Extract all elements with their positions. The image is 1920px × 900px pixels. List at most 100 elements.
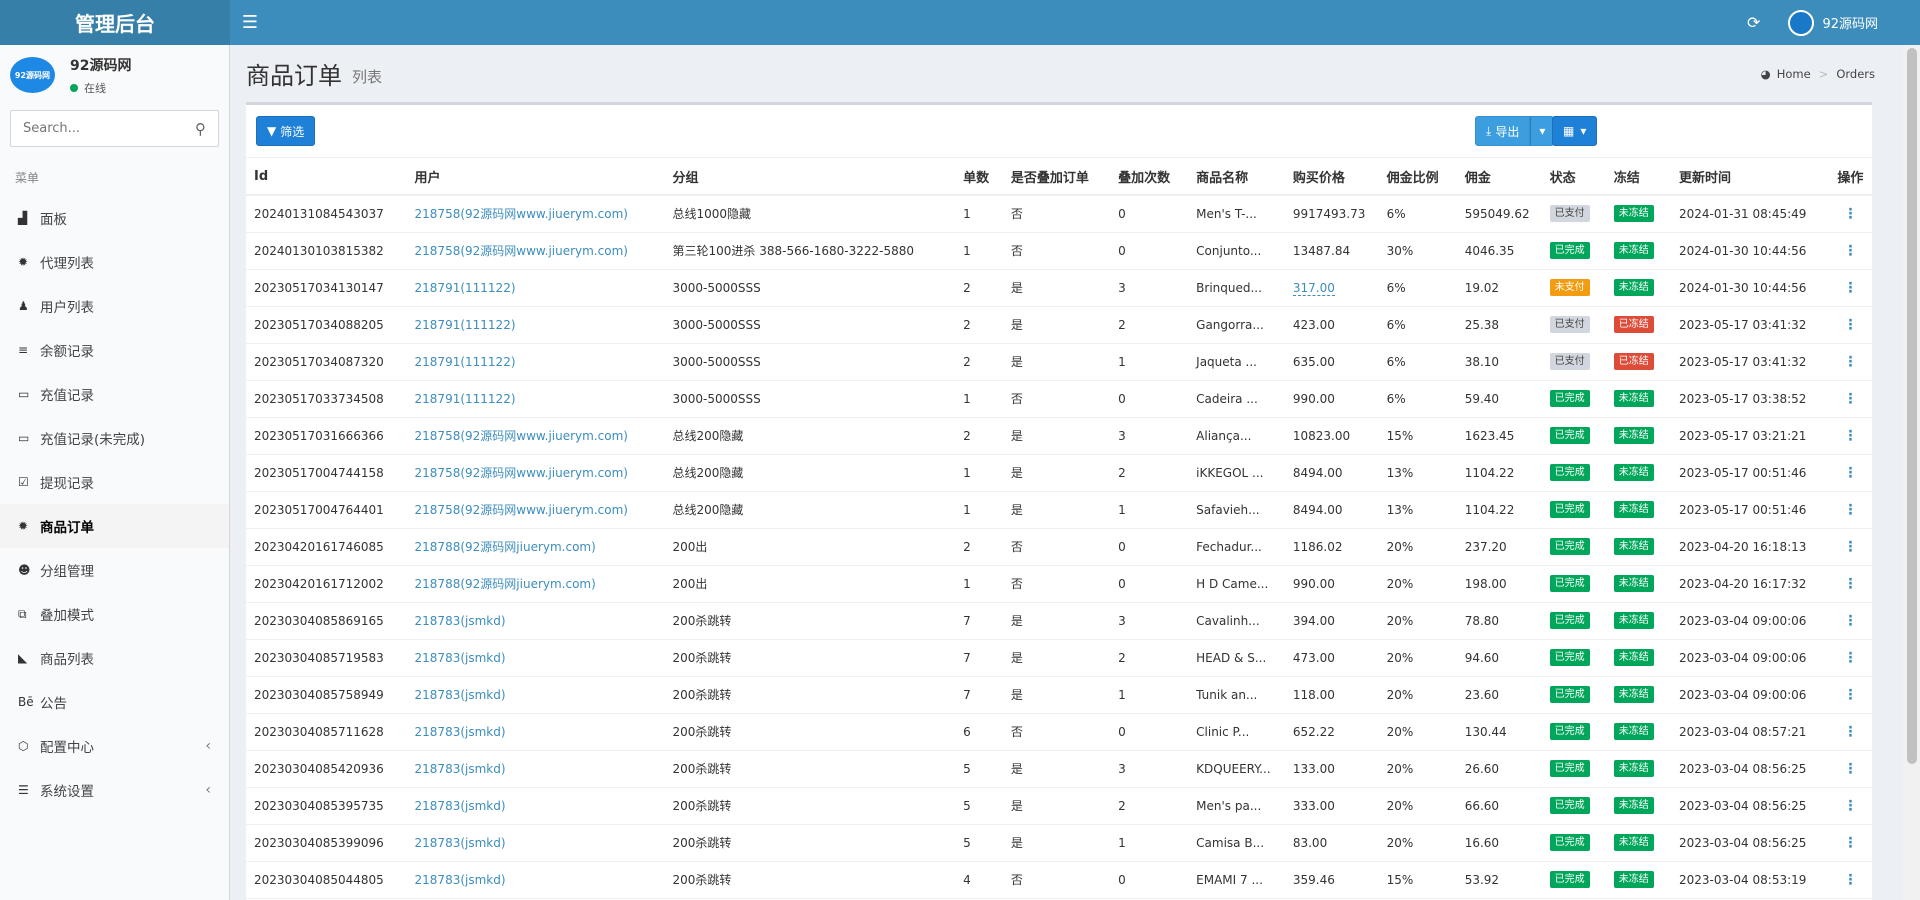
column-header[interactable]: 分组 (664, 158, 956, 196)
row-actions-icon[interactable]: ⋮ (1828, 787, 1872, 825)
column-header[interactable]: 状态 (1541, 158, 1606, 196)
table-cell: 20% (1378, 750, 1457, 788)
user-link[interactable]: 218788(92源码网jiuerym.com) (415, 540, 596, 554)
user-link[interactable]: 218783(jsmkd) (415, 688, 506, 702)
search-icon[interactable]: ⚲ (195, 120, 206, 138)
table-cell: 2023-05-17 03:41:32 (1670, 306, 1829, 344)
table-cell: 2023-03-04 08:53:19 (1670, 861, 1829, 899)
columns-button[interactable]: ▦ ▾ (1552, 116, 1598, 146)
user-link[interactable]: 218791(111122) (415, 318, 516, 332)
row-actions-icon[interactable]: ⋮ (1828, 195, 1872, 233)
sidebar-item-2[interactable]: ♟ 用户列表 (0, 284, 229, 328)
row-actions-icon[interactable]: ⋮ (1828, 861, 1872, 899)
refresh-icon[interactable]: ⟳ (1747, 13, 1760, 32)
column-header[interactable]: 冻结 (1605, 158, 1671, 196)
table-cell: 20% (1378, 824, 1457, 862)
row-actions-icon[interactable]: ⋮ (1828, 750, 1872, 788)
table-cell: 0 (1110, 565, 1189, 603)
column-header[interactable]: 是否叠加订单 (1002, 158, 1111, 196)
column-header[interactable]: 佣金比例 (1378, 158, 1457, 196)
user-link[interactable]: 218783(jsmkd) (415, 725, 506, 739)
table-cell: 200杀跳转 (664, 676, 956, 714)
sidebar-item-4[interactable]: ▭ 充值记录 (0, 372, 229, 416)
user-link[interactable]: 218783(jsmkd) (415, 873, 506, 887)
column-header[interactable]: 购买价格 (1284, 158, 1379, 196)
sidebar-item-10[interactable]: ◣ 商品列表 (0, 636, 229, 680)
app-logo[interactable]: 管理后台 (0, 0, 230, 45)
editable-price[interactable]: 317.00 (1292, 280, 1335, 296)
chevron-left-icon: ‹ (205, 738, 211, 754)
sidebar-item-6[interactable]: ☑ 提现记录 (0, 460, 229, 504)
user-link[interactable]: 218758(92源码网www.jiuerym.com) (415, 429, 628, 443)
table-cell: 否 (1002, 565, 1111, 603)
scrollbar-thumb[interactable] (1907, 48, 1917, 764)
table-cell: 200出 (664, 528, 956, 566)
table-cell: 25.38 (1456, 306, 1542, 344)
column-header[interactable]: 操作 (1828, 158, 1872, 196)
column-header[interactable]: 商品名称 (1188, 158, 1285, 196)
row-actions-icon[interactable]: ⋮ (1828, 232, 1872, 270)
sidebar-item-13[interactable]: ☰ 系统设置 ‹ (0, 768, 229, 812)
table-cell: 0 (1110, 195, 1189, 233)
row-actions-icon[interactable]: ⋮ (1828, 491, 1872, 529)
export-dropdown-button[interactable]: ▾ (1530, 116, 1555, 146)
table-cell: 30% (1378, 232, 1457, 270)
filter-button[interactable]: ▼ 筛选 (256, 116, 316, 146)
user-link[interactable]: 218791(111122) (415, 355, 516, 369)
user-link[interactable]: 218783(jsmkd) (415, 836, 506, 850)
user-link[interactable]: 218783(jsmkd) (415, 614, 506, 628)
user-link[interactable]: 218791(111122) (415, 392, 516, 406)
user-link[interactable]: 218758(92源码网www.jiuerym.com) (415, 503, 628, 517)
user-link[interactable]: 218758(92源码网www.jiuerym.com) (415, 466, 628, 480)
row-actions-icon[interactable]: ⋮ (1828, 454, 1872, 492)
column-header[interactable]: 佣金 (1456, 158, 1542, 196)
row-actions-icon[interactable]: ⋮ (1828, 602, 1872, 640)
row-actions-icon[interactable]: ⋮ (1828, 417, 1872, 455)
sidebar-item-1[interactable]: ✹ 代理列表 (0, 240, 229, 284)
export-button[interactable]: ⤓ 导出 (1475, 116, 1531, 146)
sidebar-item-12[interactable]: ⬡ 配置中心 ‹ (0, 724, 229, 768)
user-link[interactable]: 218758(92源码网www.jiuerym.com) (415, 244, 628, 258)
sidebar-item-7[interactable]: ✹ 商品订单 (0, 504, 229, 548)
user-link[interactable]: 218758(92源码网www.jiuerym.com) (415, 207, 628, 221)
sidebar-item-8[interactable]: ☻ 分组管理 (0, 548, 229, 592)
table-cell: 0 (1110, 528, 1189, 566)
column-header[interactable]: 更新时间 (1670, 158, 1829, 196)
sidebar-item-0[interactable]: ▟ 面板 (0, 196, 229, 240)
row-actions-icon[interactable]: ⋮ (1828, 565, 1872, 603)
sidebar-item-5[interactable]: ▭ 充值记录(未完成) (0, 416, 229, 460)
breadcrumb-home[interactable]: Home (1777, 67, 1811, 81)
user-link[interactable]: 218788(92源码网jiuerym.com) (415, 577, 596, 591)
row-actions-icon[interactable]: ⋮ (1828, 306, 1872, 344)
row-actions-icon[interactable]: ⋮ (1828, 380, 1872, 418)
header-avatar[interactable] (1788, 9, 1815, 36)
column-header[interactable]: 用户 (406, 158, 665, 196)
sidebar-item-9[interactable]: ⧉ 叠加模式 (0, 592, 229, 636)
filter-label: 筛选 (280, 124, 305, 139)
table-cell: Fechadur... (1188, 528, 1285, 566)
column-header[interactable]: Id (246, 158, 407, 196)
row-actions-icon[interactable]: ⋮ (1828, 528, 1872, 566)
sidebar-item-3[interactable]: ≡ 余额记录 (0, 328, 229, 372)
search-input[interactable] (23, 121, 195, 136)
table-cell: 218758(92源码网www.jiuerym.com) (406, 417, 665, 455)
sidebar-item-11[interactable]: Bē 公告 (0, 680, 229, 724)
row-actions-icon[interactable]: ⋮ (1828, 713, 1872, 751)
column-header[interactable]: 叠加次数 (1110, 158, 1189, 196)
table-cell: 未冻结 (1605, 750, 1671, 788)
table-cell: 473.00 (1284, 639, 1379, 677)
row-actions-icon[interactable]: ⋮ (1828, 269, 1872, 307)
table-cell: 53.92 (1456, 861, 1542, 899)
header-user-name[interactable]: 92源码网 (1822, 13, 1878, 32)
sidebar-toggle-icon[interactable]: ☰ (230, 12, 270, 33)
row-actions-icon[interactable]: ⋮ (1828, 676, 1872, 714)
row-actions-icon[interactable]: ⋮ (1828, 639, 1872, 677)
user-link[interactable]: 218783(jsmkd) (415, 762, 506, 776)
user-link[interactable]: 218783(jsmkd) (415, 651, 506, 665)
row-actions-icon[interactable]: ⋮ (1828, 343, 1872, 381)
user-link[interactable]: 218791(111122) (415, 281, 516, 295)
row-actions-icon[interactable]: ⋮ (1828, 824, 1872, 862)
sidebar-item-label: 充值记录 (40, 388, 94, 404)
column-header[interactable]: 单数 (955, 158, 1003, 196)
user-link[interactable]: 218783(jsmkd) (415, 799, 506, 813)
